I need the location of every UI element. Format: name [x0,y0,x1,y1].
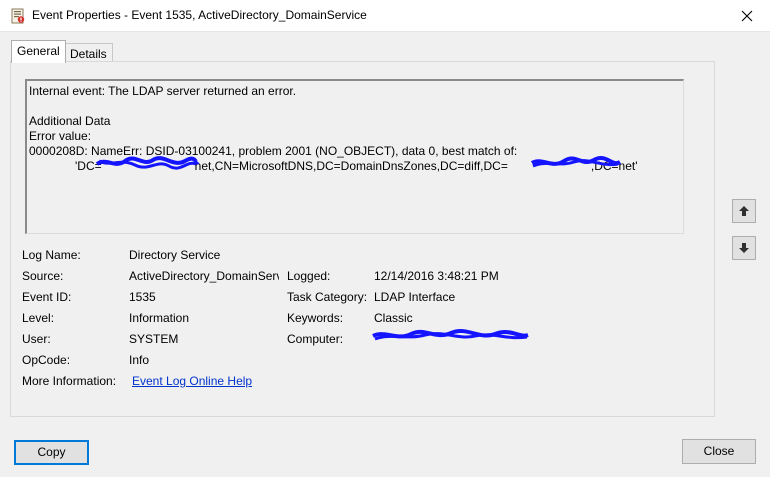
close-button[interactable]: Close [682,439,756,464]
previous-event-button[interactable] [732,199,756,223]
keywords-value: Classic [374,311,413,325]
general-tab-panel: Internal event: The LDAP server returned… [10,61,715,417]
opcode-label: OpCode: [22,353,71,367]
level-value: Information [129,311,190,325]
redaction-scribble [530,156,622,168]
close-icon [741,10,753,21]
log-name-label: Log Name: [22,248,81,262]
opcode-value: Info [129,353,150,367]
title-bar: Event Properties - Event 1535, ActiveDir… [0,0,770,32]
window-title: Event Properties - Event 1535, ActiveDir… [32,8,367,22]
event-description-box[interactable]: Internal event: The LDAP server returned… [25,79,684,234]
arrow-down-icon [739,243,749,253]
event-id-label: Event ID: [22,290,72,304]
source-label: Source: [22,269,64,283]
event-viewer-icon [10,8,26,24]
tab-general[interactable]: General [11,40,66,63]
user-value: SYSTEM [129,332,179,346]
arrow-up-icon [739,206,749,216]
description-line: Internal event: The LDAP server returned… [29,84,297,98]
window-close-button[interactable] [724,0,770,31]
logged-label: Logged: [287,269,331,283]
source-value: ActiveDirectory_DomainServ [129,269,279,283]
event-id-value: 1535 [129,290,156,304]
description-line: Additional Data [29,114,111,128]
task-category-value: LDAP Interface [374,290,456,304]
computer-value-redacted [372,329,529,341]
logged-value: 12/14/2016 3:48:21 PM [374,269,499,283]
event-log-online-help-link[interactable]: Event Log Online Help [132,374,252,388]
user-label: User: [22,332,51,346]
task-category-label: Task Category: [287,290,368,304]
more-information-label: More Information: [22,374,117,388]
computer-label: Computer: [287,332,344,346]
log-name-value: Directory Service [129,248,221,262]
next-event-button[interactable] [732,236,756,260]
keywords-label: Keywords: [287,311,344,325]
redaction-scribble [95,156,200,170]
description-line: Error value: [29,129,92,143]
description-text-part: net,CN=MicrosoftDNS,DC=DomainDnsZones,DC… [194,159,508,173]
copy-button[interactable]: Copy [14,440,89,465]
level-label: Level: [22,311,55,325]
